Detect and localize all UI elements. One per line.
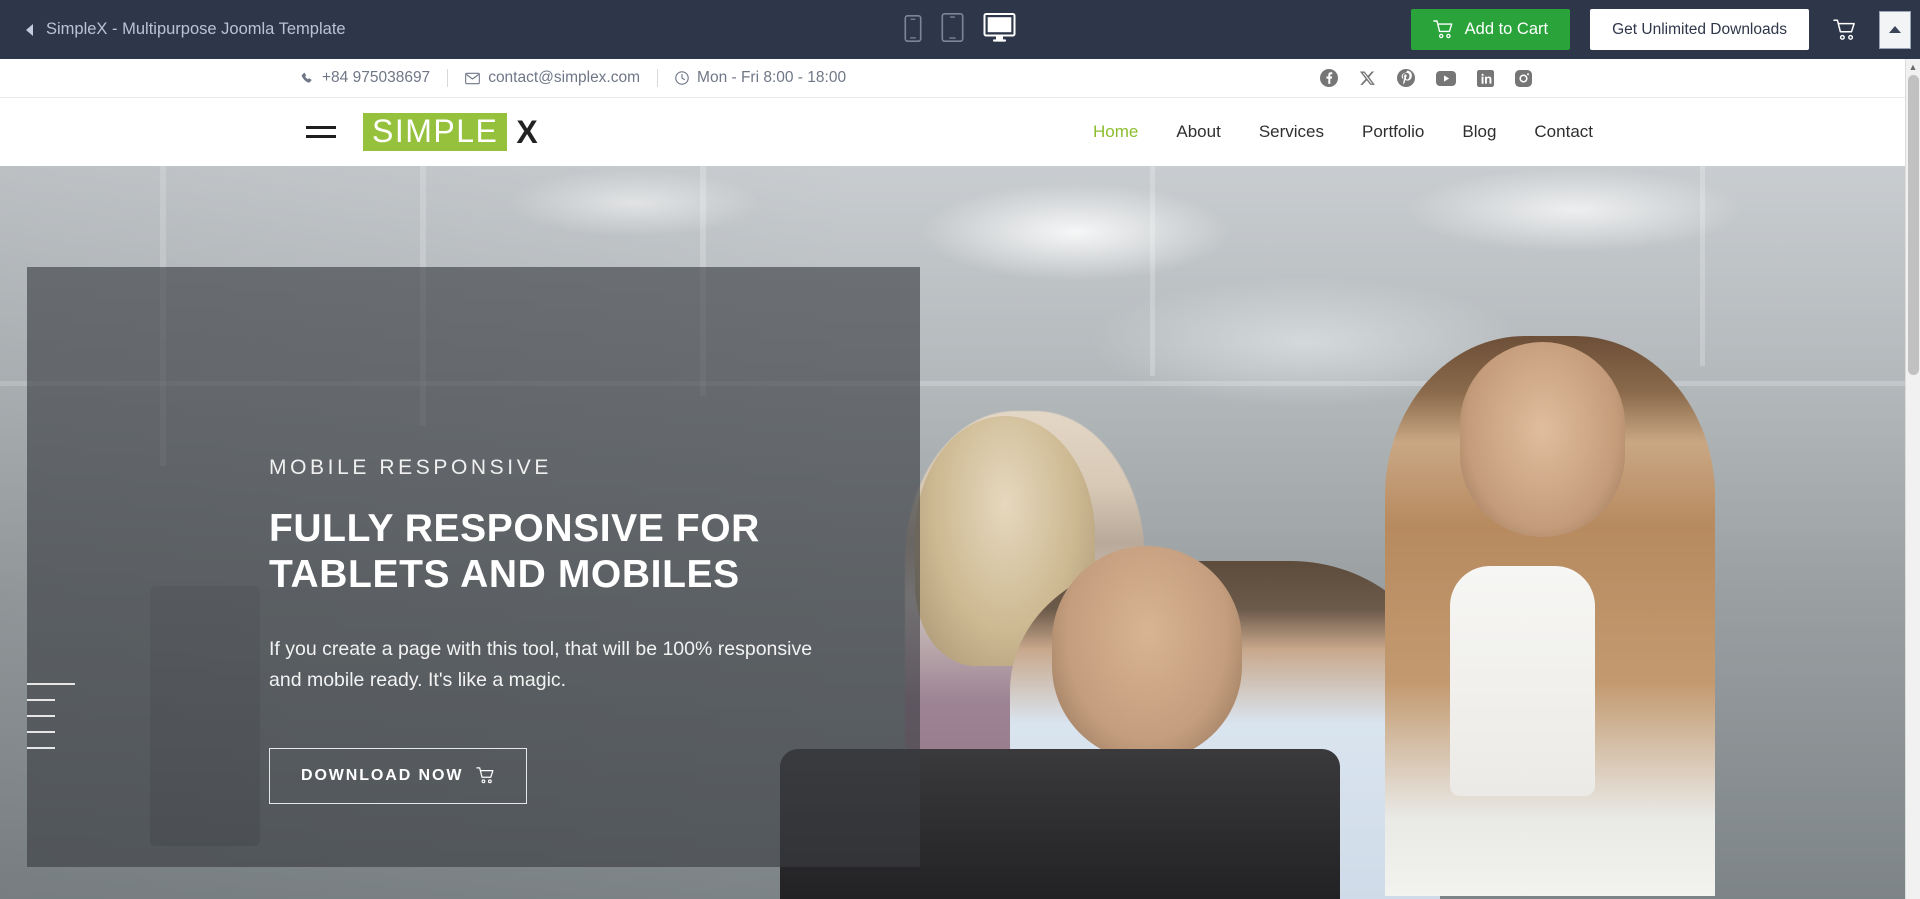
hours-item[interactable]: Mon - Fri 8:00 - 18:00	[658, 69, 863, 87]
site-preview-frame: +84 975038697 contact@simplex.com Mon - …	[0, 59, 1920, 899]
nav-item-contact[interactable]: Contact	[1534, 122, 1593, 142]
device-preview-switcher	[904, 12, 1016, 47]
email-item[interactable]: contact@simplex.com	[448, 69, 657, 87]
shopping-cart-icon	[1432, 20, 1453, 39]
tick	[27, 683, 75, 685]
hero-content: MOBILE RESPONSIVE FULLY RESPONSIVE FOR T…	[269, 456, 869, 804]
add-to-cart-button[interactable]: Add to Cart	[1410, 9, 1571, 50]
hero-eyebrow: MOBILE RESPONSIVE	[269, 456, 552, 479]
nav-item-services[interactable]: Services	[1259, 122, 1324, 142]
download-now-button[interactable]: DOWNLOAD NOW	[269, 747, 528, 804]
email-address: contact@simplex.com	[488, 69, 641, 86]
slider-progress-ticks	[27, 683, 75, 749]
logo-primary-text: SIMPLE	[363, 113, 508, 151]
template-title: SimpleX - Multipurpose Joomla Template	[46, 20, 346, 38]
back-to-template-button[interactable]: SimpleX - Multipurpose Joomla Template	[26, 20, 346, 39]
site-logo[interactable]: SIMPLE X	[363, 113, 539, 151]
preview-actions: Add to Cart Get Unlimited Downloads	[1410, 0, 1920, 59]
main-navigation: Home About Services Portfolio Blog Conta…	[1093, 122, 1593, 142]
desktop-preview-icon[interactable]	[983, 12, 1016, 47]
chevron-up-icon	[1889, 26, 1901, 33]
linkedin-icon[interactable]	[1477, 69, 1494, 87]
envelope-icon	[465, 72, 481, 84]
tick	[27, 747, 55, 749]
hero-section: MOBILE RESPONSIVE FULLY RESPONSIVE FOR T…	[0, 166, 1920, 899]
clock-icon	[675, 71, 689, 85]
phone-number: +84 975038697	[322, 69, 431, 86]
nav-item-portfolio[interactable]: Portfolio	[1362, 122, 1424, 142]
x-twitter-icon[interactable]	[1359, 70, 1376, 87]
facebook-icon[interactable]	[1320, 69, 1338, 87]
hamburger-line	[306, 135, 336, 138]
collapse-bar-button[interactable]	[1879, 10, 1911, 49]
site-header: SIMPLE X Home About Services Portfolio B…	[0, 98, 1920, 166]
header-left-group: SIMPLE X	[306, 113, 539, 151]
contact-info-group: +84 975038697 contact@simplex.com Mon - …	[301, 69, 863, 87]
page-scrollbar[interactable]: ▲	[1905, 59, 1920, 899]
contact-bar: +84 975038697 contact@simplex.com Mon - …	[0, 59, 1920, 98]
download-now-label: DOWNLOAD NOW	[301, 766, 464, 784]
nav-item-blog[interactable]: Blog	[1462, 122, 1496, 142]
get-unlimited-downloads-label: Get Unlimited Downloads	[1612, 20, 1787, 38]
hero-description: If you create a page with this tool, tha…	[269, 638, 813, 691]
cart-icon-button[interactable]	[1833, 18, 1857, 41]
add-to-cart-label: Add to Cart	[1464, 20, 1549, 38]
tick	[27, 715, 55, 717]
hamburger-icon[interactable]	[306, 126, 336, 138]
pinterest-icon[interactable]	[1397, 69, 1415, 87]
nav-item-home[interactable]: Home	[1093, 122, 1138, 142]
tick	[27, 731, 55, 733]
hamburger-line	[306, 126, 336, 129]
hero-title: FULLY RESPONSIVE FOR TABLETS AND MOBILES	[269, 507, 760, 597]
shopping-cart-icon	[476, 767, 494, 784]
back-arrow-icon	[26, 23, 33, 36]
mobile-preview-icon[interactable]	[904, 14, 922, 47]
instagram-icon[interactable]	[1515, 69, 1532, 87]
get-unlimited-downloads-button[interactable]: Get Unlimited Downloads	[1590, 9, 1809, 50]
nav-item-about[interactable]: About	[1176, 122, 1220, 142]
tick	[27, 699, 55, 701]
phone-item[interactable]: +84 975038697	[301, 69, 447, 87]
social-links	[1320, 69, 1532, 87]
business-hours: Mon - Fri 8:00 - 18:00	[697, 69, 847, 86]
youtube-icon[interactable]	[1436, 70, 1456, 86]
logo-secondary-text: X	[516, 114, 540, 150]
phone-icon	[301, 72, 312, 83]
preview-toolbar: SimpleX - Multipurpose Joomla Template A…	[0, 0, 1920, 59]
scroll-up-arrow-icon[interactable]: ▲	[1906, 59, 1920, 75]
scrollbar-thumb[interactable]	[1908, 75, 1919, 375]
tablet-preview-icon[interactable]	[941, 12, 964, 47]
